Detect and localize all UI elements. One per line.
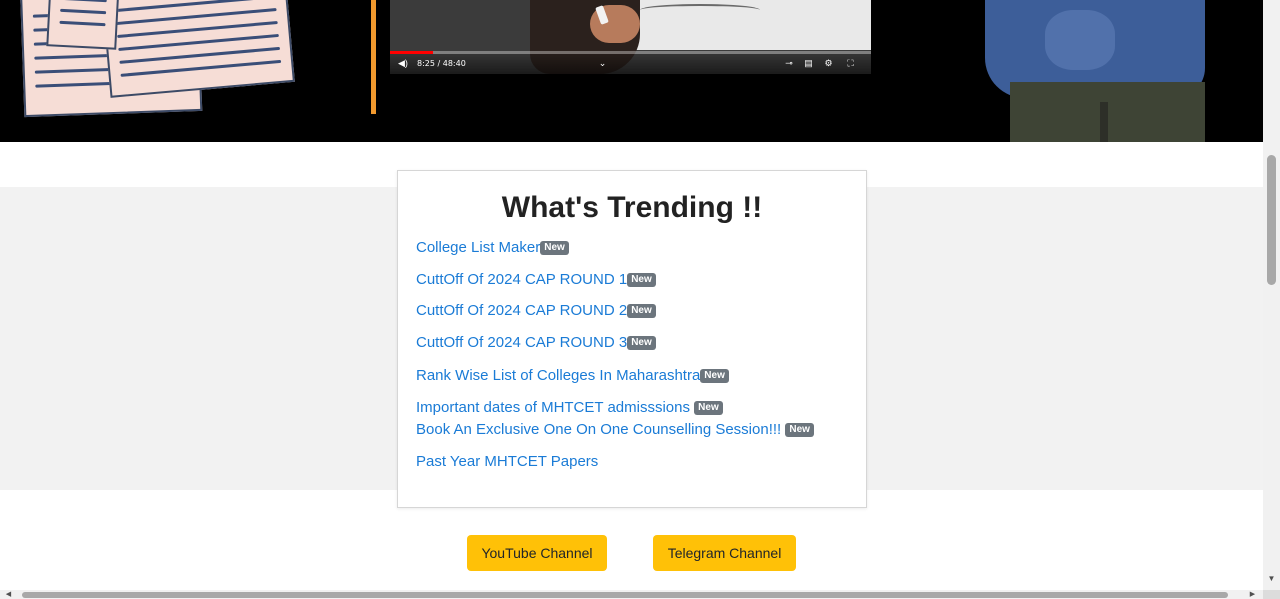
horizontal-scroll-thumb[interactable]	[22, 592, 1228, 598]
trending-link-label: Book An Exclusive One On One Counselling…	[416, 421, 782, 438]
autoplay-toggle-icon[interactable]: ⊸	[782, 59, 796, 68]
new-badge: New	[627, 273, 656, 287]
scrollbar-corner	[1263, 590, 1280, 599]
trending-link-rank-wise-colleges[interactable]: Rank Wise List of Colleges In Maharashtr…	[416, 367, 729, 385]
trending-link-label: Rank Wise List of Colleges In Maharashtr…	[416, 367, 701, 384]
fullscreen-icon[interactable]: ⛶	[846, 59, 855, 68]
trending-link-college-list-maker[interactable]: College List Maker New	[416, 239, 569, 257]
trending-link-important-dates[interactable]: Important dates of MHTCET admisssions Ne…	[416, 399, 723, 417]
trending-link-label: Past Year MHTCET Papers	[416, 453, 599, 470]
trending-link-book-counselling[interactable]: Book An Exclusive One On One Counselling…	[416, 421, 814, 439]
board-writing	[640, 4, 760, 16]
telegram-channel-button[interactable]: Telegram Channel	[653, 535, 796, 571]
trending-link-label: CuttOff Of 2024 CAP ROUND 3	[416, 334, 628, 351]
page-viewport: ◀) 8:25 / 48:40 ⌄ ⊸ ▤ ⚙ ⛶ What's Trendin…	[0, 0, 1263, 590]
new-badge: New	[700, 369, 729, 383]
scroll-right-arrow-icon[interactable]: ▶	[1248, 590, 1257, 599]
video-controls: ◀) 8:25 / 48:40 ⌄ ⊸ ▤ ⚙ ⛶	[390, 54, 871, 74]
paper-illustration-front	[100, 0, 295, 98]
vertical-scrollbar[interactable]: ▼	[1263, 0, 1280, 590]
new-badge: New	[540, 241, 569, 255]
volume-icon[interactable]: ◀)	[398, 59, 408, 68]
youtube-channel-button[interactable]: YouTube Channel	[467, 535, 607, 571]
hero-banner: ◀) 8:25 / 48:40 ⌄ ⊸ ▤ ⚙ ⛶	[0, 0, 1263, 142]
vertical-scroll-thumb[interactable]	[1267, 155, 1276, 285]
scroll-left-arrow-icon[interactable]: ◀	[4, 590, 13, 599]
trending-link-label: CuttOff Of 2024 CAP ROUND 2	[416, 302, 628, 319]
trending-link-past-papers[interactable]: Past Year MHTCET Papers	[416, 453, 598, 471]
trending-link-label: CuttOff Of 2024 CAP ROUND 1	[416, 271, 628, 288]
trending-link-label: College List Maker	[416, 239, 541, 256]
video-time: 8:25 / 48:40	[417, 59, 466, 68]
trending-card: What's Trending !! College List Maker New…	[397, 170, 867, 508]
new-badge: New	[694, 401, 723, 415]
trending-link-label: Important dates of MHTCET admisssions	[416, 399, 690, 416]
paper-illustration-mid	[46, 0, 120, 50]
subtitles-icon[interactable]: ▤	[804, 59, 813, 68]
trending-link-cutoff-round-3[interactable]: CuttOff Of 2024 CAP ROUND 3 New	[416, 334, 656, 352]
horizontal-scrollbar[interactable]: ◀ ▶	[0, 590, 1263, 599]
new-badge: New	[785, 423, 814, 437]
expand-icon[interactable]: ⌄	[598, 59, 607, 68]
new-badge: New	[627, 336, 656, 350]
trending-title: What's Trending !!	[501, 191, 763, 224]
jacket-highlight	[1045, 10, 1115, 70]
video-player[interactable]: ◀) 8:25 / 48:40 ⌄ ⊸ ▤ ⚙ ⛶	[390, 0, 871, 74]
scroll-down-arrow-icon[interactable]: ▼	[1267, 574, 1276, 583]
trending-link-cutoff-round-2[interactable]: CuttOff Of 2024 CAP ROUND 2 New	[416, 302, 656, 320]
divider-bar	[371, 0, 376, 114]
trending-link-cutoff-round-1[interactable]: CuttOff Of 2024 CAP ROUND 1 New	[416, 271, 656, 289]
belt-detail	[1100, 102, 1108, 142]
settings-gear-icon[interactable]: ⚙	[824, 59, 833, 68]
new-badge: New	[627, 304, 656, 318]
